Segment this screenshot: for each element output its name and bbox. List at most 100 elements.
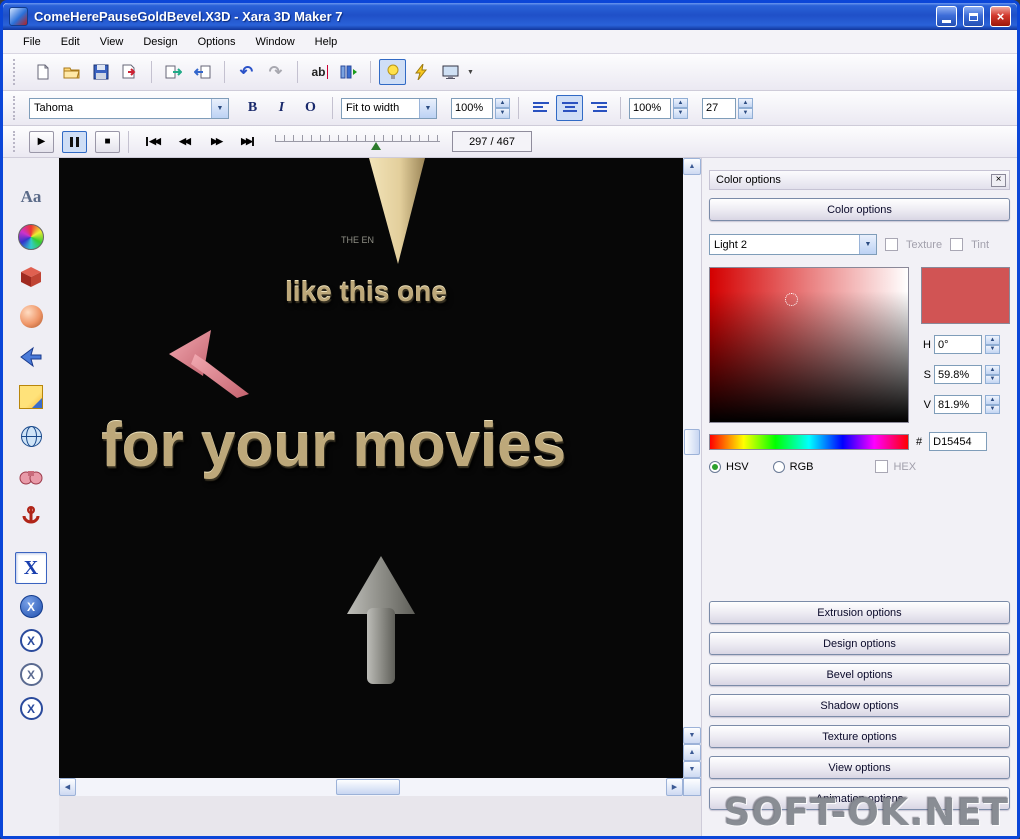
italic-button[interactable]: I <box>268 95 295 121</box>
hex-checkbox[interactable] <box>875 460 889 473</box>
menu-design[interactable]: Design <box>133 33 187 51</box>
vertical-scroll-thumb[interactable] <box>684 428 700 455</box>
menu-options[interactable]: Options <box>188 33 246 51</box>
first-frame-button[interactable]: ◀◀ <box>137 131 167 153</box>
preview-button-1[interactable]: X <box>19 595 43 618</box>
font-combo[interactable]: Tahoma ▼ <box>29 97 229 119</box>
panel-close-button[interactable]: × <box>991 173 1006 187</box>
align-left-button[interactable] <box>527 95 554 121</box>
saturation-value-picker[interactable] <box>709 267 909 423</box>
picker-cursor[interactable] <box>785 292 799 306</box>
hsv-radio[interactable] <box>709 460 721 473</box>
preview-button-3[interactable]: X <box>19 663 43 686</box>
spin-up-icon[interactable]: ▲ <box>985 395 1000 405</box>
scale-input[interactable] <box>629 97 671 119</box>
zoom-spinner[interactable]: ▲ ▼ <box>495 97 510 119</box>
horizontal-scroll-thumb[interactable] <box>335 779 400 795</box>
spin-up-icon[interactable]: ▲ <box>738 97 753 108</box>
pink-arrow-object[interactable] <box>167 328 267 400</box>
h-input[interactable] <box>934 335 982 354</box>
hue-slider[interactable] <box>709 433 909 450</box>
s-input[interactable] <box>934 365 982 384</box>
text-options-button[interactable]: Aa <box>16 182 46 211</box>
spin-down-icon[interactable]: ▼ <box>985 404 1000 414</box>
copy-frame-button[interactable] <box>160 59 187 85</box>
spin-down-icon[interactable]: ▼ <box>673 108 688 119</box>
spin-down-icon[interactable]: ▼ <box>985 374 1000 384</box>
redo-button[interactable]: ↷ <box>262 59 289 85</box>
design-options-button[interactable] <box>16 462 46 491</box>
menu-file[interactable]: File <box>13 33 51 51</box>
scroll-up-button[interactable]: ▲ <box>683 158 701 175</box>
frame-slider[interactable] <box>275 133 440 151</box>
light-combo[interactable]: Light 2 ▼ <box>709 234 877 255</box>
shadow-options-panel-button[interactable]: Shadow options <box>709 694 1010 717</box>
vertical-scrollbar[interactable]: ▲ ▼ ▲ ▼ <box>683 158 701 778</box>
toolbar-overflow-icon[interactable]: ▼ <box>467 69 474 76</box>
size-input[interactable] <box>702 97 736 119</box>
s-spinner[interactable]: ▲ ▼ <box>985 365 1000 384</box>
size-spinner[interactable]: ▲ ▼ <box>738 97 753 119</box>
texture-checkbox[interactable] <box>885 238 898 251</box>
shadow-options-button[interactable] <box>16 342 46 371</box>
slider-thumb[interactable] <box>370 141 381 150</box>
minimize-button[interactable] <box>936 6 957 27</box>
cone-object[interactable] <box>367 158 427 268</box>
canvas-text-mid[interactable]: like this one <box>285 276 447 308</box>
scroll-down-button[interactable]: ▼ <box>683 727 701 744</box>
menu-edit[interactable]: Edit <box>51 33 90 51</box>
new-document-button[interactable] <box>29 59 56 85</box>
render-canvas[interactable]: THE EN like this one for your movies <box>59 158 683 778</box>
spin-up-icon[interactable]: ▲ <box>985 335 1000 345</box>
bevel-options-panel-button[interactable]: Bevel options <box>709 663 1010 686</box>
scroll-right-button[interactable]: ▶ <box>666 778 683 796</box>
restore-button[interactable] <box>963 6 984 27</box>
scale-spinner[interactable]: ▲ ▼ <box>673 97 688 119</box>
design-options-panel-button[interactable]: Design options <box>709 632 1010 655</box>
color-options-section-button[interactable]: Color options <box>709 198 1010 221</box>
extrusion-options-button[interactable] <box>16 262 46 291</box>
insert-text-button[interactable]: ab <box>306 59 333 85</box>
v-input[interactable] <box>934 395 982 414</box>
align-right-button[interactable] <box>585 95 612 121</box>
preview-button-4[interactable]: X <box>19 697 43 720</box>
horizontal-scroll-track[interactable] <box>76 778 666 796</box>
paste-frame-button[interactable] <box>189 59 216 85</box>
extrusion-options-panel-button[interactable]: Extrusion options <box>709 601 1010 624</box>
view-options-panel-button[interactable]: View options <box>709 756 1010 779</box>
outline-button[interactable]: O <box>297 95 324 121</box>
lights-toggle-button[interactable] <box>379 59 406 85</box>
last-frame-button[interactable]: ▶▶ <box>233 131 263 153</box>
zoom-input[interactable] <box>451 97 493 119</box>
menu-window[interactable]: Window <box>246 33 305 51</box>
open-button[interactable] <box>58 59 85 85</box>
zoom-mode-combo[interactable]: Fit to width ▼ <box>341 97 437 119</box>
spin-up-icon[interactable]: ▲ <box>985 365 1000 375</box>
undo-button[interactable]: ↶ <box>233 59 260 85</box>
texture-options-button[interactable] <box>16 382 46 411</box>
export-button[interactable] <box>116 59 143 85</box>
rgb-radio[interactable] <box>772 460 785 473</box>
v-spinner[interactable]: ▲ ▼ <box>985 395 1000 414</box>
scroll-left-button[interactable]: ◀ <box>59 778 76 796</box>
hex-input[interactable] <box>929 432 988 451</box>
spin-down-icon[interactable]: ▼ <box>738 108 753 119</box>
tint-checkbox[interactable] <box>950 238 964 251</box>
horizontal-scrollbar[interactable]: ◀ ▶ <box>59 778 683 796</box>
previous-frame-button[interactable]: ◀◀ <box>169 131 199 153</box>
page-down-button[interactable]: ▼ <box>683 761 701 778</box>
play-button[interactable]: ▶ <box>29 130 54 153</box>
save-button[interactable] <box>87 59 114 85</box>
spin-up-icon[interactable]: ▲ <box>495 97 510 108</box>
pause-button[interactable] <box>62 130 87 153</box>
preview-button-2[interactable]: X <box>19 629 43 652</box>
gray-arrow-object[interactable] <box>345 556 417 690</box>
font-combo-arrow-icon[interactable]: ▼ <box>211 98 228 118</box>
animation-frames-button[interactable] <box>335 59 362 85</box>
close-button[interactable]: × <box>990 6 1011 27</box>
canvas-text-small[interactable]: THE EN <box>341 235 374 245</box>
texture-options-panel-button[interactable]: Texture options <box>709 725 1010 748</box>
light-combo-arrow-icon[interactable]: ▼ <box>859 235 876 254</box>
h-spinner[interactable]: ▲ ▼ <box>985 335 1000 354</box>
page-up-button[interactable]: ▲ <box>683 744 701 761</box>
